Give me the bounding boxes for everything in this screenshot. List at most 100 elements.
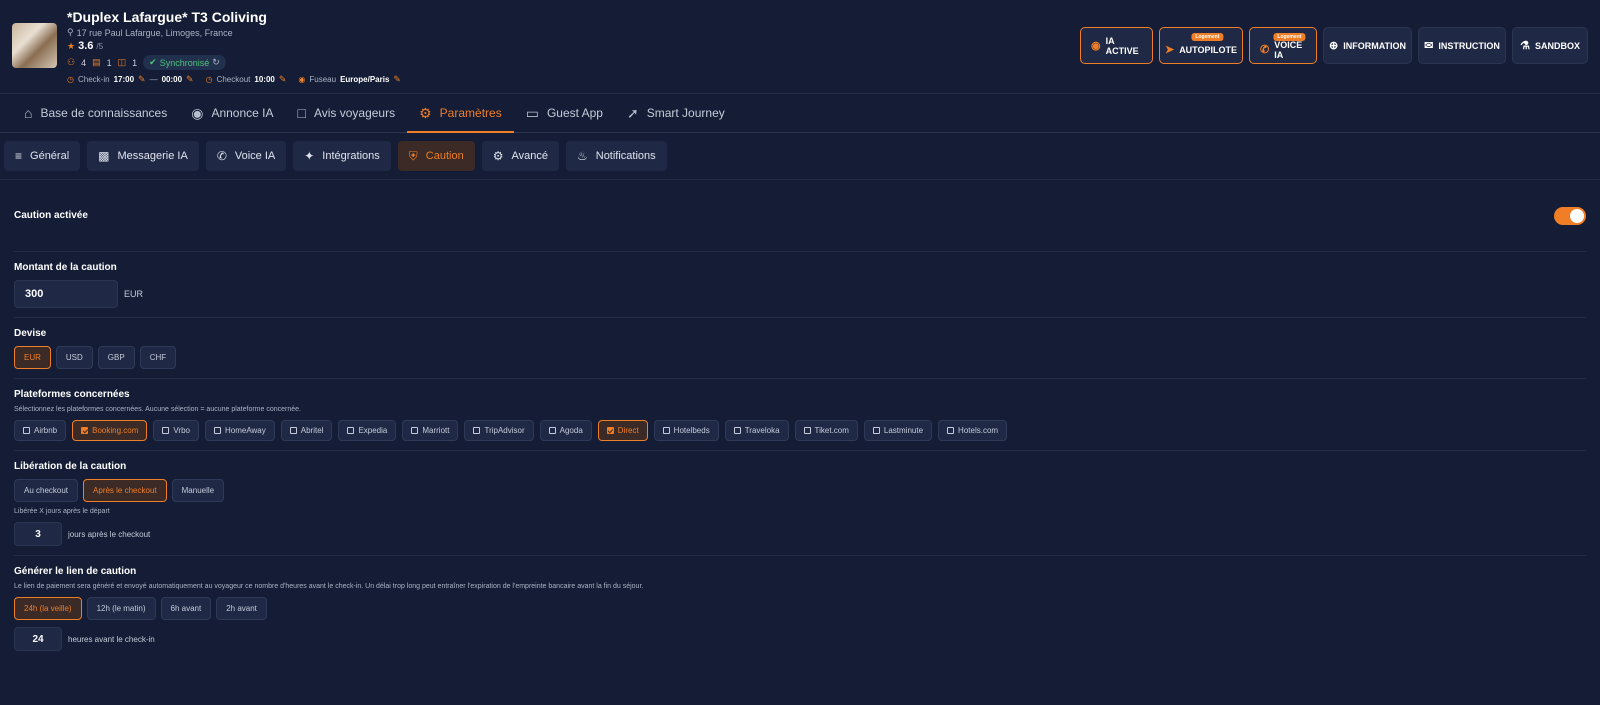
edit-checkout-icon[interactable]: ✎ (279, 74, 287, 85)
amount-input[interactable]: 300 (14, 280, 118, 308)
currency-label: Devise (14, 328, 47, 339)
checkbox-icon (733, 427, 741, 434)
link-section: Générer le lien de caution Le lien de pa… (14, 556, 1586, 660)
checkout-time: 10:00 (254, 75, 275, 84)
platform-checkbox-agoda[interactable]: Agoda (539, 420, 592, 441)
release-days-input[interactable]: 3 (14, 522, 62, 546)
rating-max: /5 (96, 42, 104, 51)
home-icon: ⌂ (24, 105, 33, 121)
platform-checkbox-traveloka[interactable]: Traveloka (724, 420, 789, 441)
currency-option-gbp[interactable]: GBP (97, 346, 135, 369)
platform-checkbox-tiket[interactable]: Tiket.com (794, 420, 858, 441)
checkbox-icon (947, 427, 955, 434)
platform-checkbox-marriott[interactable]: Marriott (402, 420, 459, 441)
subtab-notifications[interactable]: ♨ Notifications (565, 141, 667, 171)
link-option-2h[interactable]: 2h avant (216, 597, 267, 620)
ia-active-button[interactable]: ◉ IA ACTIVE (1080, 27, 1153, 64)
baths-count: 1 (132, 57, 138, 68)
release-option-at-checkout[interactable]: Au checkout (14, 479, 79, 502)
amount-label: Montant de la caution (14, 262, 117, 273)
checkbox-icon (289, 427, 297, 434)
platform-label: Expedia (358, 426, 388, 435)
caution-enabled-toggle[interactable] (1554, 206, 1586, 225)
tab-knowledge-base[interactable]: ⌂ Base de connaissances (12, 94, 179, 132)
checkbox-checked-icon (606, 427, 614, 434)
tab-label: Guest App (546, 106, 603, 120)
platform-checkbox-homeaway[interactable]: HomeAway (204, 420, 275, 441)
tab-label: Smart Journey (646, 106, 725, 120)
link-option-6h[interactable]: 6h avant (160, 597, 212, 620)
bed-icon: ▤ (92, 57, 101, 67)
sliders-icon: ≡ (15, 149, 23, 163)
instruction-button[interactable]: ✉ INSTRUCTION (1418, 27, 1506, 64)
caution-enabled-label: Caution activée (14, 210, 88, 221)
property-address: 17 rue Paul Lafargue, Limoges, France (76, 27, 233, 38)
currency-option-eur[interactable]: EUR (14, 346, 51, 369)
platform-checkbox-tripadvisor[interactable]: TripAdvisor (464, 420, 534, 441)
link-hours-input[interactable]: 24 (14, 627, 62, 651)
tab-reviews[interactable]: □ Avis voyageurs (285, 94, 407, 132)
edit-checkin-end-icon[interactable]: ✎ (186, 74, 194, 85)
platform-checkbox-lastminute[interactable]: Lastminute (863, 420, 933, 441)
main-tabs: ⌂ Base de connaissances ◉ Annonce IA □ A… (0, 93, 1600, 133)
checkbox-icon (347, 427, 355, 434)
release-section: Libération de la caution Au checkout Apr… (14, 451, 1586, 556)
currency-section: Devise EUR USD GBP CHF (14, 318, 1586, 379)
amount-section: Montant de la caution 300 EUR (14, 252, 1586, 318)
currency-option-chf[interactable]: CHF (139, 346, 177, 369)
sync-label: Synchronisé (159, 57, 210, 68)
release-option-after-checkout[interactable]: Après le checkout (83, 479, 167, 502)
link-option-24h[interactable]: 24h (la veille) (14, 597, 82, 620)
platform-checkbox-expedia[interactable]: Expedia (338, 420, 397, 441)
information-button[interactable]: ⊕ INFORMATION (1323, 27, 1412, 64)
tab-label: Annonce IA (211, 106, 274, 120)
currency-option-usd[interactable]: USD (55, 346, 93, 369)
property-info: *Duplex Lafargue* T3 Coliving ⚲ 17 rue P… (67, 8, 401, 85)
voice-ia-button[interactable]: Logement ✆ VOICE IA (1249, 27, 1317, 64)
subtab-advanced[interactable]: ⚙ Avancé (481, 141, 559, 171)
subtab-messaging[interactable]: ▩ Messagerie IA (87, 141, 199, 171)
dash-separator: — (149, 75, 158, 84)
phone-icon: ✆ (216, 149, 227, 163)
autopilote-button[interactable]: Logement ➤ AUTOPILOTE (1159, 27, 1243, 64)
tab-guest-app[interactable]: ▭ Guest App (514, 94, 615, 132)
platform-label: Abritel (300, 426, 324, 435)
subtab-label: Caution (425, 150, 464, 162)
sync-badge[interactable]: ✔ Synchronisé ↻ (143, 55, 226, 70)
release-option-manual[interactable]: Manuelle (171, 479, 225, 502)
platform-checkbox-vrbo[interactable]: Vrbo (153, 420, 199, 441)
autopilote-label: AUTOPILOTE (1179, 44, 1238, 55)
platforms-label: Plateformes concernées (14, 389, 130, 400)
platform-checkbox-hotelbeds[interactable]: Hotelbeds (653, 420, 719, 441)
caution-enabled-row: Caution activée (14, 180, 1586, 252)
platform-checkbox-abritel[interactable]: Abritel (280, 420, 333, 441)
subtab-label: Intégrations (322, 150, 380, 162)
chat-icon: ✉ (1424, 40, 1434, 52)
sandbox-button[interactable]: ⚗ SANDBOX (1512, 27, 1588, 64)
link-option-12h[interactable]: 12h (le matin) (86, 597, 156, 620)
release-label: Libération de la caution (14, 461, 127, 472)
subtab-caution[interactable]: ⛨ Caution (397, 141, 475, 171)
platform-checkbox-direct[interactable]: Direct (597, 420, 648, 441)
ia-active-label: IA ACTIVE (1105, 35, 1139, 56)
refresh-icon: ↻ (212, 57, 220, 67)
platform-label: Agoda (559, 426, 583, 435)
phone-icon: ✆ (1260, 44, 1270, 56)
instruction-label: INSTRUCTION (1438, 40, 1500, 51)
tab-smart-journey[interactable]: ➚ Smart Journey (615, 94, 737, 132)
subtab-integrations[interactable]: ✦ Intégrations (293, 141, 391, 171)
guests-icon: ⚇ (67, 57, 76, 67)
platform-checkbox-airbnb[interactable]: Airbnb (14, 420, 67, 441)
subtab-voice-ia[interactable]: ✆ Voice IA (205, 141, 287, 171)
platform-checkbox-hotels[interactable]: Hotels.com (938, 420, 1008, 441)
platform-checkbox-booking[interactable]: Booking.com (72, 420, 148, 441)
tab-settings[interactable]: ⚙ Paramètres (407, 94, 514, 133)
edit-timezone-icon[interactable]: ✎ (393, 74, 401, 85)
tab-annonce-ia[interactable]: ◉ Annonce IA (179, 94, 285, 132)
platform-label: Booking.com (92, 426, 139, 435)
checkbox-icon (411, 427, 419, 434)
shield-icon: ⛨ (408, 148, 418, 163)
subtab-general[interactable]: ≡ Général (4, 141, 81, 171)
edit-checkin-icon[interactable]: ✎ (138, 74, 146, 85)
rating-row: ★ 3.6 /5 (67, 40, 401, 52)
